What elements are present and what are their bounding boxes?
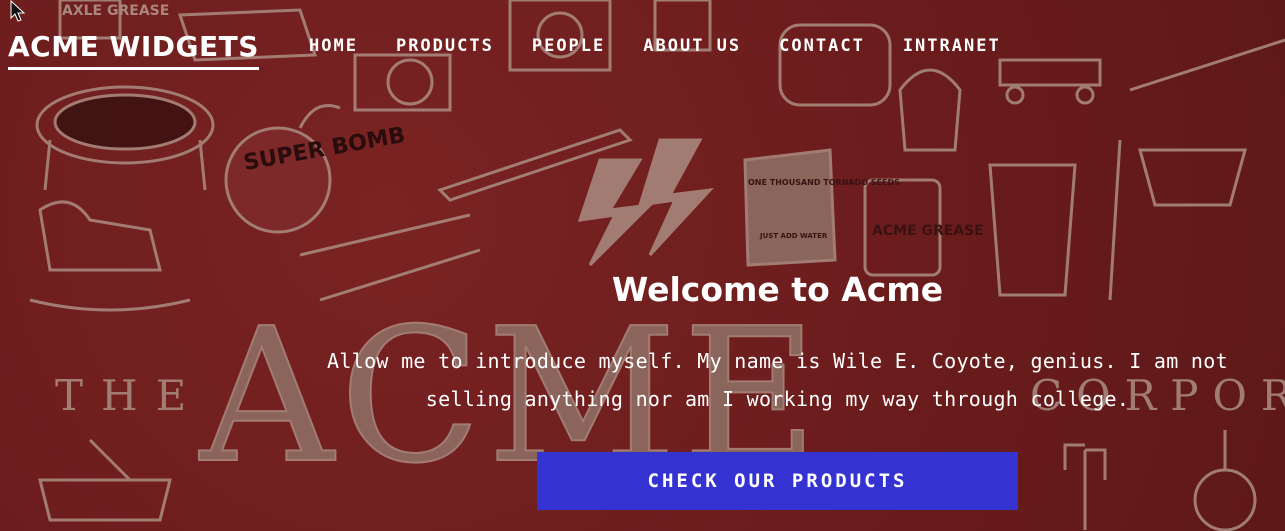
svg-text:THE: THE <box>55 371 204 420</box>
brand-logo[interactable]: ACME WIDGETS <box>8 30 259 70</box>
nav-about-us[interactable]: ABOUT US <box>643 36 741 56</box>
hero-title: Welcome to Acme <box>611 270 944 309</box>
svg-text:AXLE GREASE: AXLE GREASE <box>62 3 169 19</box>
svg-text:ACME GREASE: ACME GREASE <box>872 223 984 239</box>
mouse-pointer-icon <box>10 0 26 22</box>
nav-people[interactable]: PEOPLE <box>532 36 605 56</box>
check-products-button[interactable]: CHECK OUR PRODUCTS <box>537 452 1018 510</box>
main-nav: HOME PRODUCTS PEOPLE ABOUT US CONTACT IN… <box>309 36 1039 56</box>
svg-text:ONE THOUSAND TORNADO SEEDS: ONE THOUSAND TORNADO SEEDS <box>748 178 900 187</box>
nav-products[interactable]: PRODUCTS <box>396 36 494 56</box>
hero-intro-text: Allow me to introduce myself. My name is… <box>327 349 1228 411</box>
svg-text:JUST ADD WATER: JUST ADD WATER <box>759 232 828 240</box>
hero-section: THE ACME CORPOR AXLE GREASE SUPER BOMB O… <box>0 0 1285 531</box>
nav-home[interactable]: HOME <box>309 36 358 56</box>
nav-contact[interactable]: CONTACT <box>779 36 865 56</box>
nav-intranet[interactable]: INTRANET <box>903 36 1001 56</box>
